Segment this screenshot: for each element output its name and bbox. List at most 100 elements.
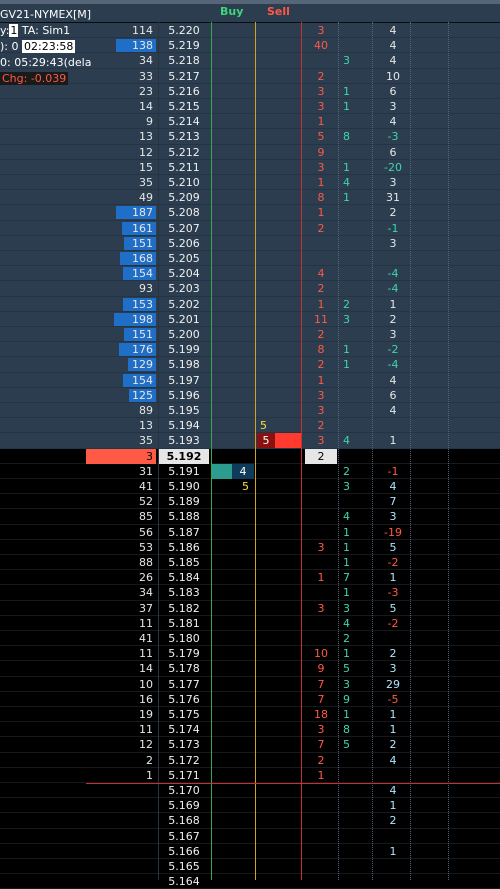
buy-cell[interactable] <box>212 221 254 236</box>
ladder-row[interactable]: 11 5.181 4 -2 <box>0 615 500 631</box>
sell-cell[interactable] <box>257 236 301 251</box>
buy-cell[interactable] <box>212 555 254 570</box>
buy-cell[interactable] <box>212 783 254 798</box>
ladder-row[interactable]: 114 5.220 3 4 <box>0 23 500 39</box>
buy-cell[interactable] <box>212 692 254 707</box>
buy-cell[interactable] <box>212 236 254 251</box>
ladder-row[interactable]: 151 5.206 3 <box>0 235 500 251</box>
price-cell[interactable]: 5.171 <box>159 768 209 783</box>
sell-cell[interactable] <box>257 737 301 752</box>
buy-cell[interactable] <box>212 707 254 722</box>
buy-cell[interactable] <box>212 829 254 844</box>
price-cell[interactable]: 5.174 <box>159 722 209 737</box>
price-cell[interactable]: 5.175 <box>159 707 209 722</box>
price-cell[interactable]: 5.217 <box>159 69 209 84</box>
sell-cell[interactable] <box>257 753 301 768</box>
buy-cell[interactable] <box>212 342 254 357</box>
ladder-row[interactable]: 14 5.178 9 5 3 <box>0 661 500 677</box>
ladder-row[interactable]: 93 5.203 2 -4 <box>0 281 500 297</box>
price-cell[interactable]: 5.208 <box>159 205 209 220</box>
buy-cell[interactable] <box>212 509 254 524</box>
sell-cell[interactable] <box>257 99 301 114</box>
sell-cell[interactable] <box>257 145 301 160</box>
price-cell[interactable]: 5.169 <box>159 798 209 813</box>
buy-cell[interactable] <box>212 722 254 737</box>
ladder-row[interactable]: 41 5.190 5 3 4 <box>0 479 500 495</box>
ladder-row[interactable]: 15 5.211 3 1 -20 <box>0 159 500 175</box>
ladder-row[interactable]: 11 5.174 3 8 1 <box>0 722 500 738</box>
sell-cell[interactable] <box>257 509 301 524</box>
sell-cell[interactable] <box>257 69 301 84</box>
ladder-row[interactable]: 187 5.208 1 2 <box>0 205 500 221</box>
buy-cell[interactable] <box>212 388 254 403</box>
buy-cell[interactable] <box>212 327 254 342</box>
price-cell[interactable]: 5.184 <box>159 570 209 585</box>
price-cell[interactable]: 5.205 <box>159 251 209 266</box>
price-cell[interactable]: 5.188 <box>159 509 209 524</box>
buy-cell[interactable] <box>212 449 254 464</box>
ladder-row[interactable]: 154 5.204 4 -4 <box>0 266 500 282</box>
buy-cell[interactable] <box>212 160 254 175</box>
price-cell[interactable]: 5.200 <box>159 327 209 342</box>
buy-cell[interactable] <box>212 373 254 388</box>
price-ladder[interactable]: 114 5.220 3 4 138 5.219 40 4 34 5.218 3 4 33 5.217 2 10… <box>0 0 500 889</box>
ladder-row[interactable]: 5.165 <box>0 859 500 875</box>
buy-cell[interactable] <box>212 99 254 114</box>
ladder-row[interactable]: 161 5.207 2 -1 <box>0 220 500 236</box>
price-cell[interactable]: 5.180 <box>159 631 209 646</box>
sell-cell[interactable] <box>257 479 301 494</box>
buy-cell[interactable] <box>212 798 254 813</box>
sell-cell[interactable] <box>257 388 301 403</box>
ladder-row[interactable]: 85 5.188 4 3 <box>0 509 500 525</box>
ladder-row[interactable]: 35 5.193 5 3 4 1 <box>0 433 500 449</box>
price-cell[interactable]: 5.187 <box>159 525 209 540</box>
sell-cell[interactable] <box>257 646 301 661</box>
buy-cell[interactable] <box>212 23 254 38</box>
buy-cell[interactable] <box>212 646 254 661</box>
ladder-row[interactable]: 5.164 <box>0 874 500 889</box>
buy-cell[interactable] <box>212 859 254 874</box>
price-cell[interactable]: 5.198 <box>159 357 209 372</box>
ladder-row[interactable]: 14 5.215 3 1 3 <box>0 99 500 115</box>
buy-cell[interactable] <box>212 494 254 509</box>
sell-cell[interactable] <box>257 84 301 99</box>
ladder-row[interactable]: 53 5.186 3 1 5 <box>0 539 500 555</box>
sell-cell[interactable] <box>257 813 301 828</box>
price-cell[interactable]: 5.193 <box>159 433 209 448</box>
price-cell[interactable]: 5.207 <box>159 221 209 236</box>
price-cell[interactable]: 5.218 <box>159 53 209 68</box>
buy-cell[interactable] <box>212 251 254 266</box>
sell-cell[interactable] <box>257 23 301 38</box>
buy-cell[interactable] <box>212 403 254 418</box>
price-cell[interactable]: 5.178 <box>159 661 209 676</box>
sell-order-box[interactable] <box>275 433 301 449</box>
sell-cell[interactable] <box>257 798 301 813</box>
price-cell[interactable]: 5.185 <box>159 555 209 570</box>
ladder-row[interactable]: 5.167 <box>0 828 500 844</box>
buy-cell[interactable] <box>212 129 254 144</box>
sell-cell[interactable] <box>257 631 301 646</box>
sell-cell[interactable] <box>257 722 301 737</box>
price-cell[interactable]: 5.179 <box>159 646 209 661</box>
ladder-row[interactable]: 3 5.192 2 <box>0 448 500 464</box>
sell-cell[interactable] <box>257 53 301 68</box>
ladder-row[interactable]: 129 5.198 2 1 -4 <box>0 357 500 373</box>
price-cell[interactable]: 5.199 <box>159 342 209 357</box>
sell-cell[interactable] <box>257 616 301 631</box>
price-cell[interactable]: 5.212 <box>159 145 209 160</box>
price-cell[interactable]: 5.216 <box>159 84 209 99</box>
sell-cell[interactable] <box>257 540 301 555</box>
price-cell[interactable]: 5.176 <box>159 692 209 707</box>
buy-cell[interactable] <box>212 312 254 327</box>
ladder-row[interactable]: 35 5.210 1 4 3 <box>0 175 500 191</box>
price-cell[interactable]: 5.166 <box>159 844 209 859</box>
ladder-row[interactable]: 37 5.182 3 3 5 <box>0 600 500 616</box>
price-cell[interactable]: 5.206 <box>159 236 209 251</box>
buy-cell[interactable] <box>212 677 254 692</box>
sell-cell[interactable] <box>257 494 301 509</box>
buy-cell[interactable] <box>212 813 254 828</box>
ladder-row[interactable]: 168 5.205 <box>0 251 500 267</box>
buy-cell[interactable] <box>212 601 254 616</box>
sell-cell[interactable] <box>257 555 301 570</box>
buy-cell[interactable] <box>212 418 254 433</box>
